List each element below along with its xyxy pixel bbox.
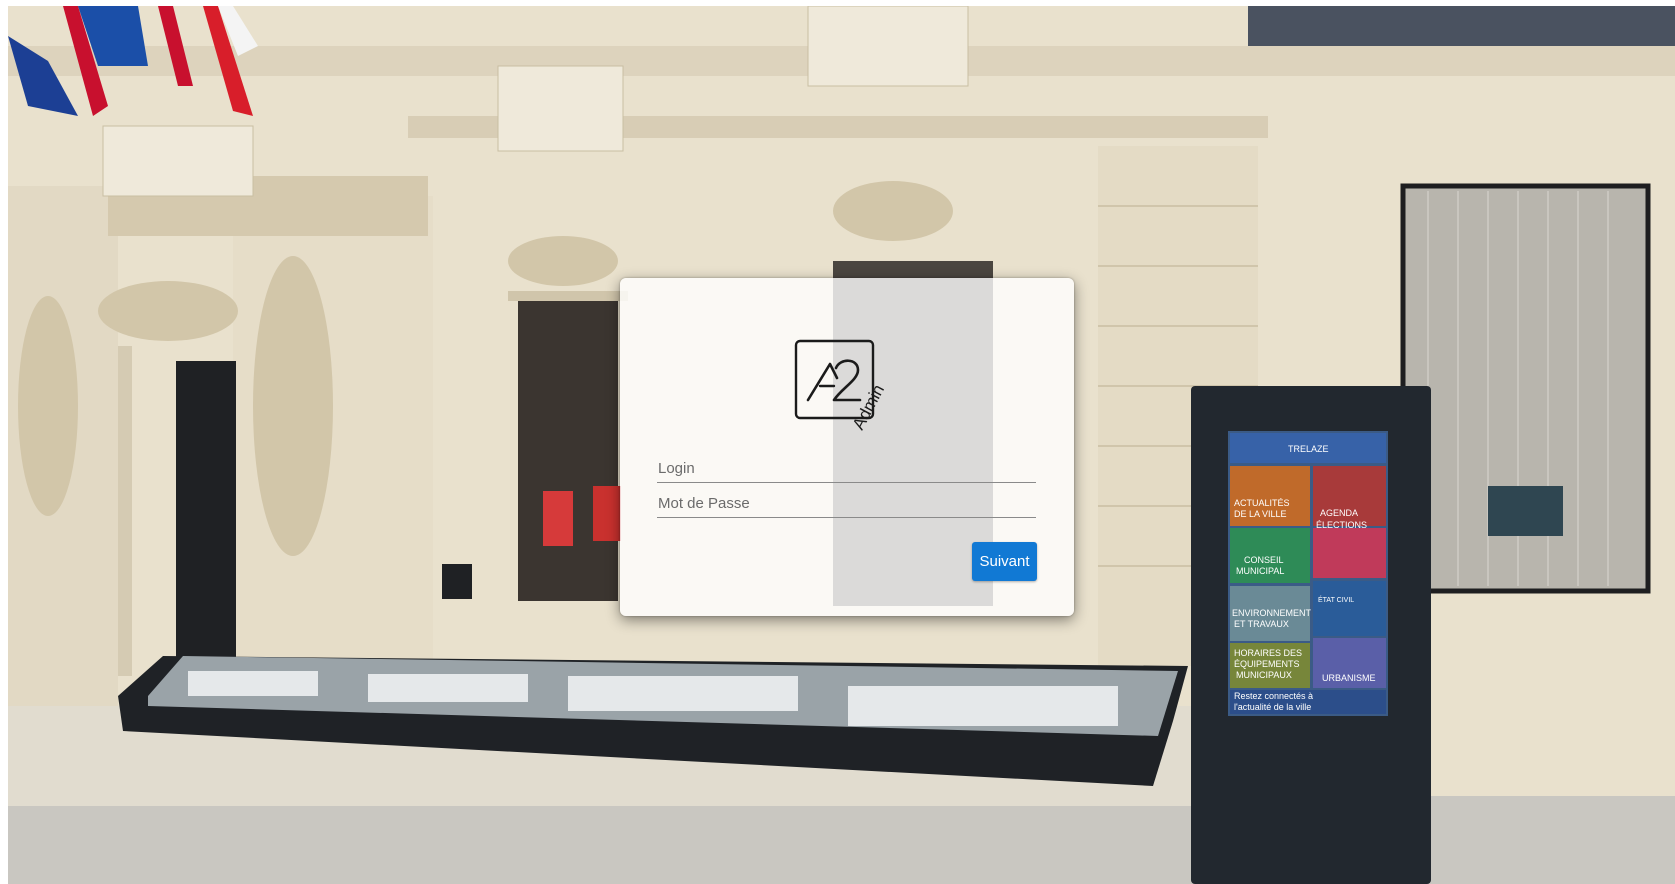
login-card: Admin Suivant xyxy=(620,278,1074,616)
svg-text:CONSEIL: CONSEIL xyxy=(1244,555,1284,565)
svg-text:MUNICIPAL: MUNICIPAL xyxy=(1236,566,1284,576)
svg-text:ET TRAVAUX: ET TRAVAUX xyxy=(1234,619,1289,629)
svg-text:ÉLECTIONS: ÉLECTIONS xyxy=(1316,520,1367,530)
login-input[interactable] xyxy=(657,459,1036,483)
password-input[interactable] xyxy=(657,494,1036,518)
svg-text:ÉQUIPEMENTS: ÉQUIPEMENTS xyxy=(1234,659,1300,669)
svg-text:HORAIRES DES: HORAIRES DES xyxy=(1234,648,1302,658)
svg-text:Restez connectés à: Restez connectés à xyxy=(1234,691,1313,701)
svg-text:ACTUALITÉS: ACTUALITÉS xyxy=(1234,498,1290,508)
svg-text:ENVIRONNEMENT: ENVIRONNEMENT xyxy=(1232,608,1312,618)
svg-text:AGENDA: AGENDA xyxy=(1320,508,1358,518)
svg-text:MUNICIPAUX: MUNICIPAUX xyxy=(1236,670,1292,680)
svg-text:ÉTAT CIVIL: ÉTAT CIVIL xyxy=(1318,595,1354,604)
logo-admin-text: Admin xyxy=(849,381,888,432)
kiosk-header-text: TRELAZE xyxy=(1288,444,1329,454)
svg-text:l'actualité de la ville: l'actualité de la ville xyxy=(1234,702,1311,712)
svg-text:URBANISME: URBANISME xyxy=(1322,673,1376,683)
svg-text:DE LA VILLE: DE LA VILLE xyxy=(1234,509,1287,519)
a2-admin-logo: Admin xyxy=(790,338,902,434)
next-button[interactable]: Suivant xyxy=(972,542,1037,581)
login-page: TRELAZE ACTUALITÉS DE LA VILLE AGENDA ÉL… xyxy=(0,0,1675,884)
